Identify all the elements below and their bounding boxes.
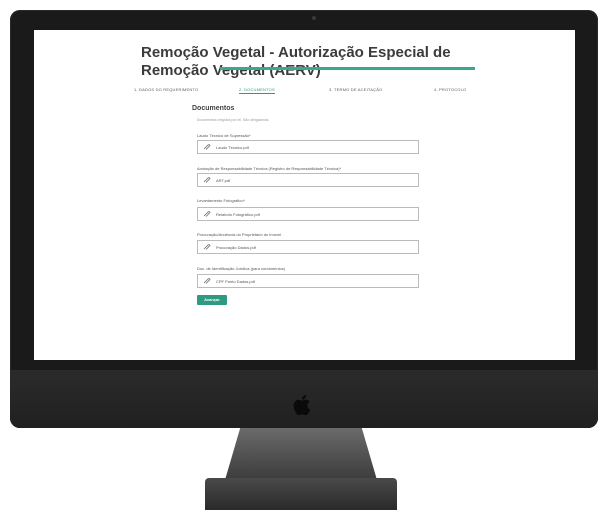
monitor-stand-neck <box>225 428 377 480</box>
submit-button[interactable]: Avançar <box>197 295 227 305</box>
step-dados-requerimento[interactable]: 1. DADOS DO REQUERIMENTO <box>134 87 198 92</box>
camera-dot <box>312 16 316 20</box>
file-name: Procuração Dados.pdf <box>216 245 256 250</box>
field-label-identificacao: Doc. de Identificação Jurídica (para con… <box>197 266 286 271</box>
field-label-procuracao: Procuração/Anuência do Proprietário do I… <box>197 232 282 237</box>
apple-logo-icon <box>293 394 311 416</box>
field-label-laudo: Laudo Técnico de Supressão* <box>197 133 251 138</box>
section-hint: Documentos exigidos por lei. São obrigat… <box>197 118 270 122</box>
file-name: Laudo Técnico.pdf <box>216 145 249 150</box>
file-input-laudo[interactable]: Laudo Técnico.pdf <box>197 140 419 154</box>
field-label-art: Anotação de Responsabilidade Técnica (Re… <box>197 166 342 171</box>
progress-steps: 1. DADOS DO REQUERIMENTO 2. DOCUMENTOS 3… <box>134 87 474 97</box>
file-name: ART.pdf <box>216 178 231 183</box>
imac-monitor: Remoção Vegetal - Autorização Especial d… <box>10 10 598 428</box>
screen: Remoção Vegetal - Autorização Especial d… <box>34 30 575 360</box>
file-name: Relatório Fotográfico.pdf <box>216 212 260 217</box>
file-input-procuracao[interactable]: Procuração Dados.pdf <box>197 240 419 254</box>
step-protocolo[interactable]: 4. PROTOCOLO <box>434 87 466 92</box>
file-input-identificacao[interactable]: CPF Ponto Dados.pdf <box>197 274 419 288</box>
monitor-stand-base <box>205 478 397 510</box>
paperclip-icon <box>203 144 211 150</box>
paperclip-icon <box>203 211 211 217</box>
section-title: Documentos <box>192 105 235 112</box>
page-title: Remoção Vegetal - Autorização Especial d… <box>141 44 451 79</box>
file-name: CPF Ponto Dados.pdf <box>216 279 255 284</box>
file-input-fotografico[interactable]: Relatório Fotográfico.pdf <box>197 207 419 221</box>
paperclip-icon <box>203 177 211 183</box>
paperclip-icon <box>203 278 211 284</box>
step-termo-aceitacao[interactable]: 3. TERMO DE ACEITAÇÃO <box>329 87 382 92</box>
title-underline <box>220 67 475 70</box>
file-input-art[interactable]: ART.pdf <box>197 173 419 187</box>
step-documentos[interactable]: 2. DOCUMENTOS <box>239 87 275 94</box>
paperclip-icon <box>203 244 211 250</box>
field-label-fotografico: Levantamento Fotográfico* <box>197 198 246 203</box>
